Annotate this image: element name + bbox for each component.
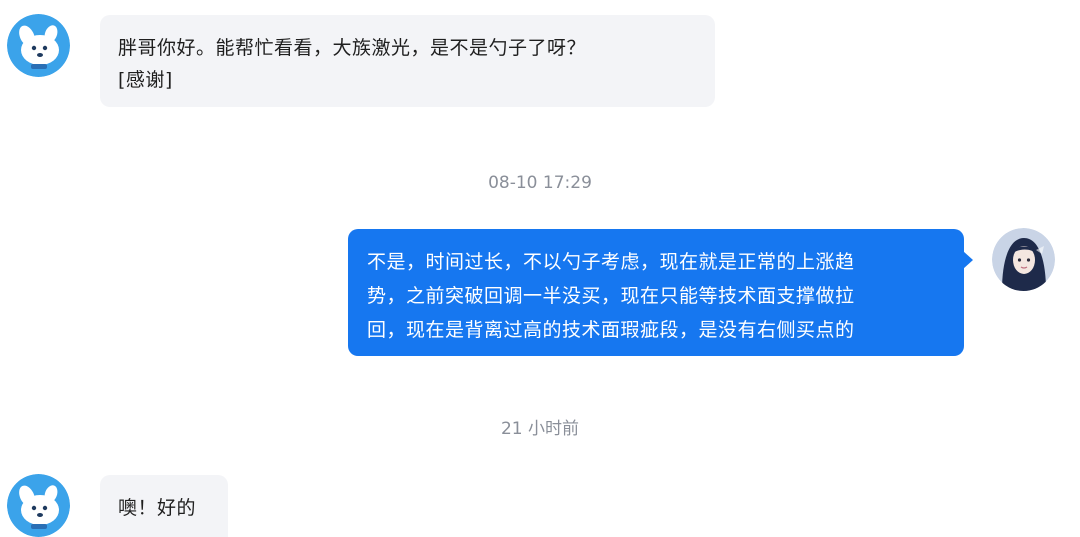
- message-timestamp: 08-10 17:29: [488, 173, 592, 193]
- message-text-line: 不是，时间过长，不以勺子考虑，现在就是正常的上涨趋: [367, 251, 855, 273]
- user-avatar[interactable]: [992, 228, 1055, 291]
- message-text-line: [感谢]: [118, 69, 173, 91]
- incoming-message-bubble[interactable]: 胖哥你好。能帮忙看看，大族激光，是不是勺子了呀？ [感谢]: [100, 15, 715, 107]
- girl-portrait-icon: [992, 228, 1055, 291]
- message-text-line: 胖哥你好。能帮忙看看，大族激光，是不是勺子了呀？: [118, 37, 587, 59]
- contact-avatar[interactable]: [7, 14, 70, 77]
- message-timestamp: 21 小时前: [500, 419, 580, 439]
- dog-cartoon-icon: [7, 474, 70, 537]
- message-text-line: 回，现在是背离过高的技术面瑕疵段，是没有右侧买点的: [367, 319, 855, 341]
- contact-avatar[interactable]: [7, 474, 70, 537]
- outgoing-message-bubble[interactable]: 不是，时间过长，不以勺子考虑，现在就是正常的上涨趋 势，之前突破回调一半没买，现…: [348, 229, 973, 356]
- message-text-line: 噢！好的: [118, 497, 197, 519]
- incoming-message-bubble[interactable]: 噢！好的: [100, 475, 228, 537]
- message-text-line: 势，之前突破回调一半没买，现在只能等技术面支撑做拉: [367, 285, 855, 307]
- dog-cartoon-icon: [7, 14, 70, 77]
- chat-conversation: 胖哥你好。能帮忙看看，大族激光，是不是勺子了呀？ [感谢] 08-10 17:2…: [0, 0, 1080, 537]
